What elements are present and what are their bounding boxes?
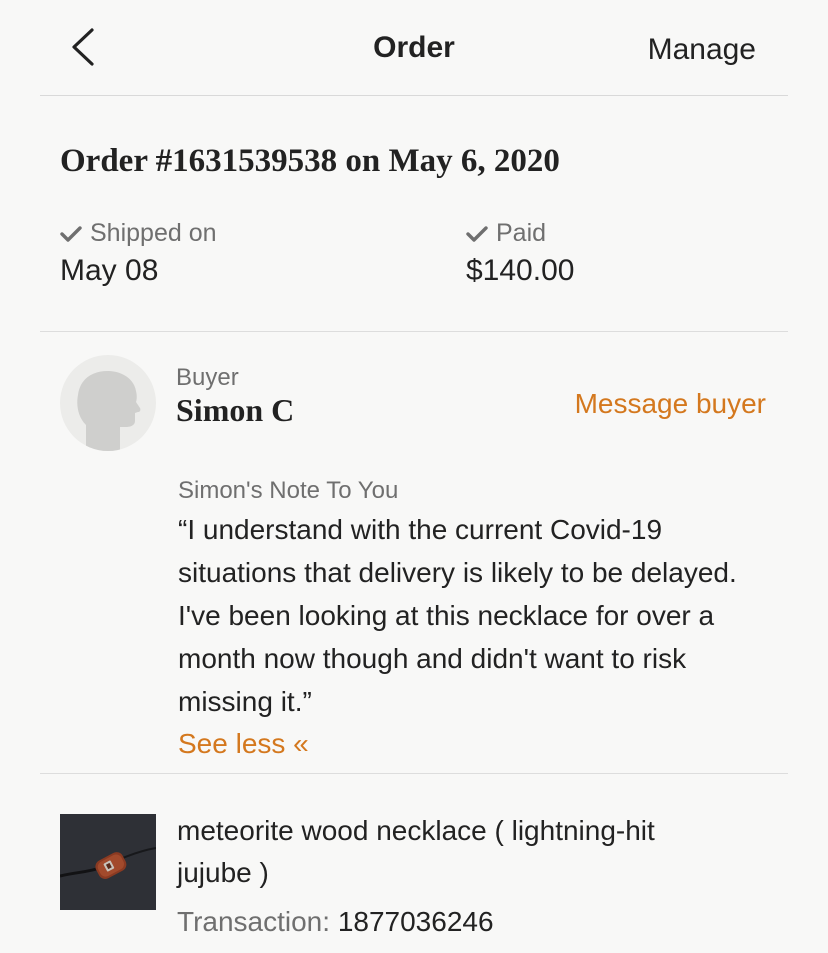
paid-amount: $140.00 xyxy=(466,254,575,287)
check-icon xyxy=(466,225,488,242)
buyer-name: Simon C xyxy=(176,392,295,428)
shipped-date: May 08 xyxy=(60,254,159,287)
person-silhouette-icon xyxy=(77,371,141,451)
shipped-label: Shipped on xyxy=(90,219,217,247)
buyer-note-title: Simon's Note To You xyxy=(178,477,399,504)
transaction-number: 1877036246 xyxy=(337,906,494,937)
shipped-label-row: Shipped on xyxy=(60,219,217,248)
necklace-photo xyxy=(60,814,156,910)
buyer-note-text: “I understand with the current Covid-19 … xyxy=(178,514,737,717)
back-button[interactable] xyxy=(64,26,104,68)
paid-label: Paid xyxy=(496,219,547,247)
see-less-link[interactable]: See less « xyxy=(178,728,309,760)
top-navigation-bar: Order Manage xyxy=(40,0,788,96)
item-title[interactable]: meteorite wood necklace ( lightning-hit … xyxy=(177,810,737,894)
section-divider xyxy=(40,331,788,332)
message-buyer-link[interactable]: Message buyer xyxy=(575,388,766,420)
item-thumbnail[interactable] xyxy=(60,814,156,910)
paid-label-row: Paid xyxy=(466,219,574,248)
order-screen: Order Manage Order #1631539538 on May 6,… xyxy=(0,0,828,953)
shipped-status: Shipped on May 08 xyxy=(60,219,217,288)
chevron-left-icon xyxy=(72,28,94,66)
check-icon xyxy=(60,225,82,242)
order-heading: Order #1631539538 on May 6, 2020 xyxy=(60,143,560,179)
transaction-info: Transaction: 1877036246 xyxy=(177,906,494,938)
manage-button[interactable]: Manage xyxy=(648,33,756,67)
buyer-label: Buyer xyxy=(176,364,239,391)
avatar[interactable] xyxy=(60,355,156,451)
transaction-label: Transaction: xyxy=(177,906,331,937)
paid-status: Paid $140.00 xyxy=(466,219,574,288)
section-divider xyxy=(40,773,788,774)
